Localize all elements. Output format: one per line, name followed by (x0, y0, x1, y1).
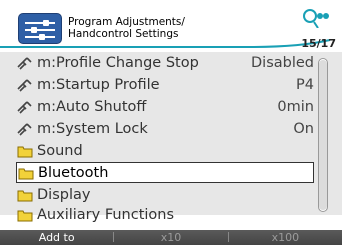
list-item-profile-change-stop[interactable]: m:Profile Change Stop Disabled (16, 52, 314, 73)
item-label: Bluetooth (38, 164, 109, 181)
item-value: P4 (296, 76, 314, 93)
list-item-auto-shutoff[interactable]: m:Auto Shutoff 0min (16, 96, 314, 117)
adjust-icon (16, 121, 34, 137)
list-item-startup-profile[interactable]: m:Startup Profile P4 (16, 74, 314, 95)
adjust-icon (16, 77, 34, 93)
page-title-line1: Program Adjustments/ (68, 16, 185, 28)
item-label: m:Startup Profile (37, 76, 160, 93)
header: Program Adjustments/ Handcontrol Setting… (0, 0, 342, 50)
item-value: 0min (277, 98, 314, 115)
x100-button[interactable]: x100 (229, 230, 342, 245)
list-item-auxiliary-functions[interactable]: Auxiliary Functions (16, 206, 314, 224)
list-item-sound[interactable]: Sound (16, 140, 314, 161)
page-title: Program Adjustments/ Handcontrol Setting… (68, 16, 185, 40)
x10-button[interactable]: x10 (114, 230, 227, 245)
item-value: Disabled (251, 54, 314, 71)
list-item-bluetooth[interactable]: Bluetooth (16, 162, 314, 183)
adjust-icon (16, 55, 34, 71)
list-item-display[interactable]: Display (16, 184, 314, 205)
folder-icon (16, 207, 34, 223)
list-item-system-lock[interactable]: m:System Lock On (16, 118, 314, 139)
item-label: Display (37, 186, 91, 203)
item-label: m:Auto Shutoff (37, 98, 147, 115)
item-value: On (293, 120, 314, 137)
page-title-line2: Handcontrol Settings (68, 28, 179, 40)
scrollbar-thumb[interactable] (319, 60, 327, 210)
add-to-button[interactable]: Add to (0, 230, 113, 245)
folder-icon (17, 165, 35, 181)
footer-bar: Add to x10 x100 (0, 230, 342, 245)
page-indicator: 15/17 (301, 37, 336, 50)
folder-icon (16, 143, 34, 159)
item-label: Auxiliary Functions (37, 207, 175, 223)
folder-icon (16, 187, 34, 203)
item-label: Sound (37, 142, 83, 159)
item-label: m:Profile Change Stop (37, 54, 199, 71)
connection-status-icon (303, 9, 329, 28)
item-label: m:System Lock (37, 120, 148, 137)
settings-list: m:Profile Change Stop Disabled m:Startup… (0, 52, 342, 223)
adjust-icon (16, 99, 34, 115)
settings-sliders-icon (18, 13, 62, 44)
